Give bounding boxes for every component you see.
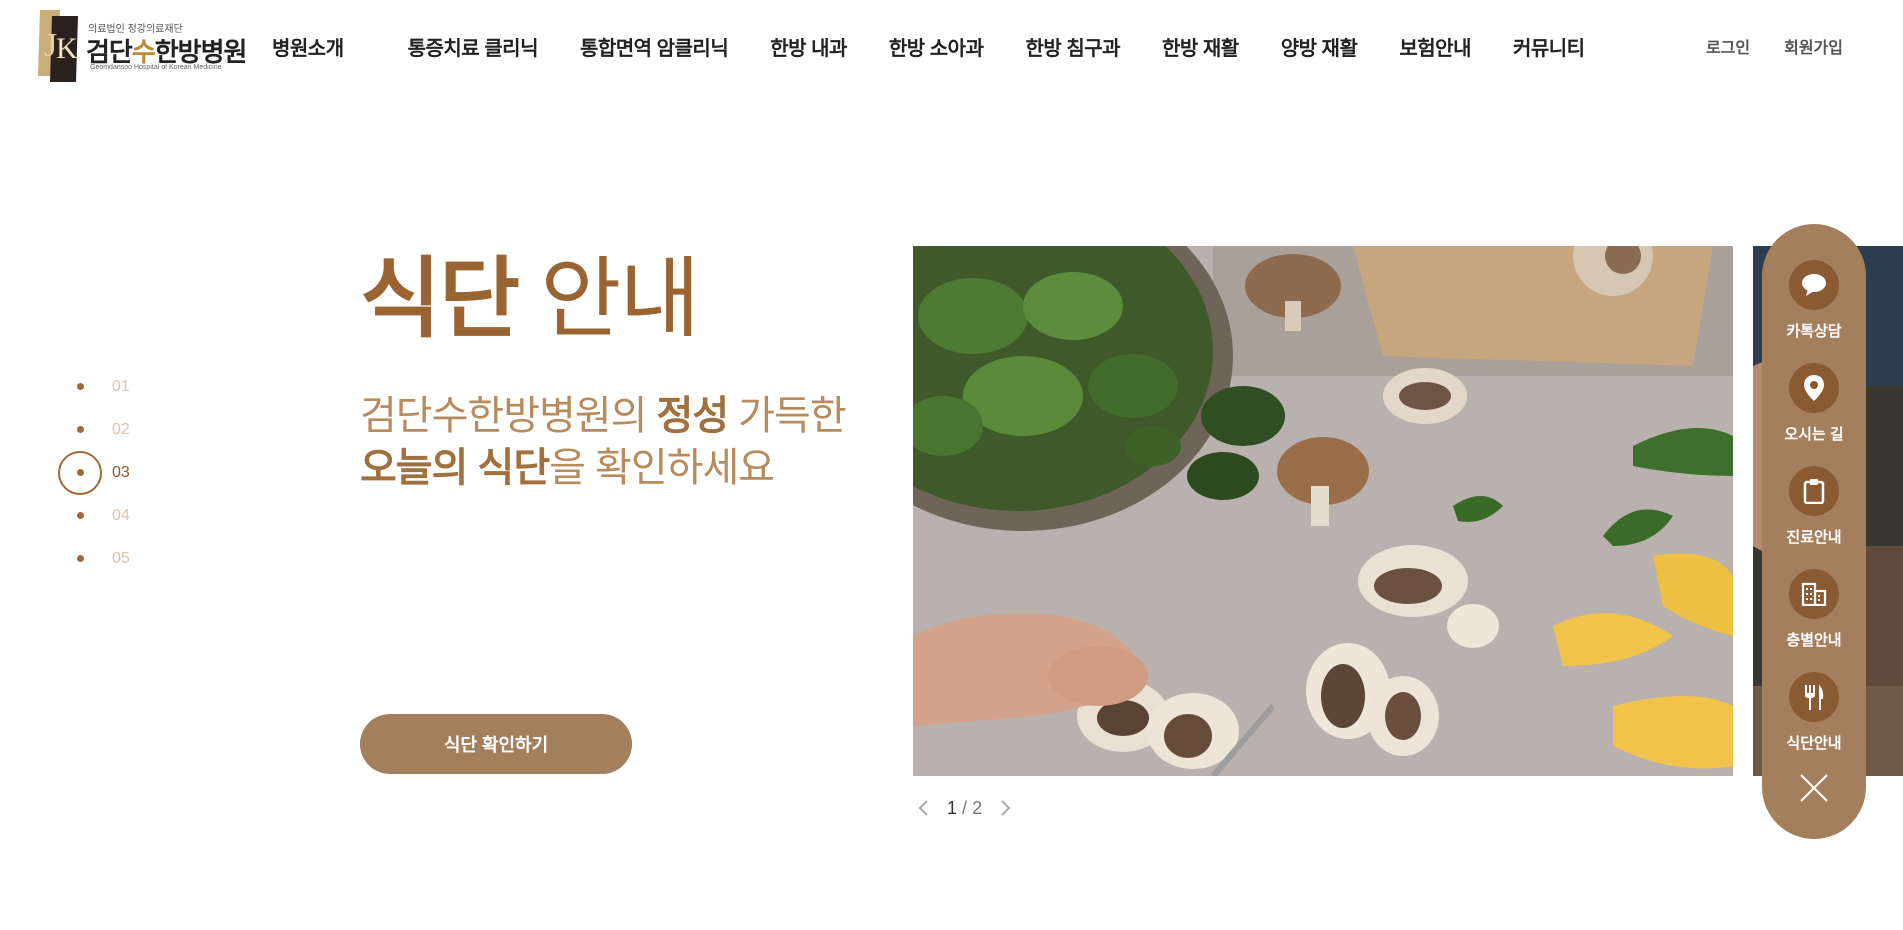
svg-text:K: K — [56, 32, 78, 65]
quick-label: 식단안내 — [1786, 735, 1842, 752]
building-icon — [1801, 582, 1827, 606]
nav-item-hospital-intro[interactable]: 병원소개 — [272, 32, 344, 62]
food-photo-slide[interactable] — [913, 246, 1733, 776]
pager-number: 05 — [112, 549, 130, 567]
quick-label: 오시는 길 — [1784, 426, 1844, 443]
logo-english-name: Geomdansoo Hospital of Korean Medicine — [90, 64, 222, 71]
join-link[interactable]: 회원가입 — [1784, 34, 1843, 58]
slide-prev-button[interactable] — [913, 796, 933, 820]
quick-item-directions[interactable]: 오시는 길 — [1762, 363, 1866, 444]
pager-dot — [76, 555, 84, 562]
nav-item-internal-medicine[interactable]: 한방 내과 — [770, 32, 847, 62]
quick-menu: 카톡상담 오시는 길 진료안내 층별안내 식단안내 — [1762, 224, 1866, 839]
pager-number: 03 — [112, 463, 130, 481]
login-link[interactable]: 로그인 — [1706, 34, 1750, 58]
close-icon[interactable] — [1798, 772, 1830, 804]
map-pin-icon — [1804, 375, 1824, 401]
quick-item-meal-guide[interactable]: 식단안내 — [1762, 672, 1866, 753]
pager-dot — [76, 383, 84, 390]
page-title: 식단 안내 — [360, 249, 700, 348]
pager-number: 01 — [112, 377, 130, 395]
view-menu-button[interactable]: 식단 확인하기 — [360, 714, 632, 774]
logo-mark-icon: J K — [38, 10, 78, 82]
pager-item[interactable]: 02 — [58, 408, 168, 451]
nav-item-pediatrics[interactable]: 한방 소아과 — [889, 32, 984, 62]
food-photo — [913, 246, 1733, 776]
chevron-right-icon — [1001, 800, 1011, 816]
pager-item[interactable]: 05 — [58, 537, 168, 580]
nav-item-insurance[interactable]: 보험안내 — [1399, 32, 1471, 62]
nav-item-community[interactable]: 커뮤니티 — [1513, 32, 1585, 62]
pager-item-active[interactable]: 03 — [58, 450, 168, 495]
quick-label: 카톡상담 — [1786, 323, 1842, 340]
clipboard-icon — [1803, 479, 1825, 504]
quick-item-floor-guide[interactable]: 층별안내 — [1762, 569, 1866, 650]
nav-item-western-rehab[interactable]: 양방 재활 — [1281, 32, 1358, 62]
chat-bubble-icon — [1802, 274, 1826, 296]
pager-dot — [76, 426, 84, 433]
pager-number: 04 — [112, 506, 130, 524]
util-links: 로그인 회원가입 — [1706, 34, 1843, 58]
fork-knife-icon — [1805, 685, 1824, 710]
main-navigation: 병원소개 통증치료 클리닉 통합면역 암클리닉 한방 내과 한방 소아과 한방 … — [272, 32, 1585, 62]
slide-next-button[interactable] — [996, 796, 1016, 820]
quick-label: 진료안내 — [1786, 529, 1842, 546]
nav-item-korean-rehab[interactable]: 한방 재활 — [1162, 32, 1239, 62]
pager-item[interactable]: 04 — [58, 494, 168, 537]
nav-item-acupuncture[interactable]: 한방 침구과 — [1025, 32, 1120, 62]
quick-item-kakao[interactable]: 카톡상담 — [1762, 260, 1866, 341]
pager-dot — [76, 512, 84, 519]
hero-subtitle: 검단수한방병원의 정성 가득한 오늘의 식단을 확인하세요 — [360, 394, 847, 490]
quick-label: 층별안내 — [1786, 632, 1842, 649]
pager-item[interactable]: 01 — [58, 365, 168, 408]
slide-counter: 1 / 2 — [947, 797, 983, 818]
pager-active-ring — [58, 450, 102, 495]
nav-item-cancer-clinic[interactable]: 통합면역 암클리닉 — [580, 32, 729, 62]
nav-item-pain-clinic[interactable]: 통증치료 클리닉 — [408, 32, 539, 62]
quick-item-treatment[interactable]: 진료안내 — [1762, 466, 1866, 547]
site-header: J K 의료법인 정강의료재단 검단수한방병원 Geomdansoo Hospi… — [0, 0, 1903, 92]
section-pager: 01 02 03 04 05 — [58, 365, 168, 580]
pager-number: 02 — [112, 420, 130, 438]
slide-navigation: 1 / 2 — [913, 796, 1016, 820]
chevron-left-icon — [918, 800, 928, 816]
hospital-logo[interactable]: J K 의료법인 정강의료재단 검단수한방병원 Geomdansoo Hospi… — [38, 8, 247, 82]
